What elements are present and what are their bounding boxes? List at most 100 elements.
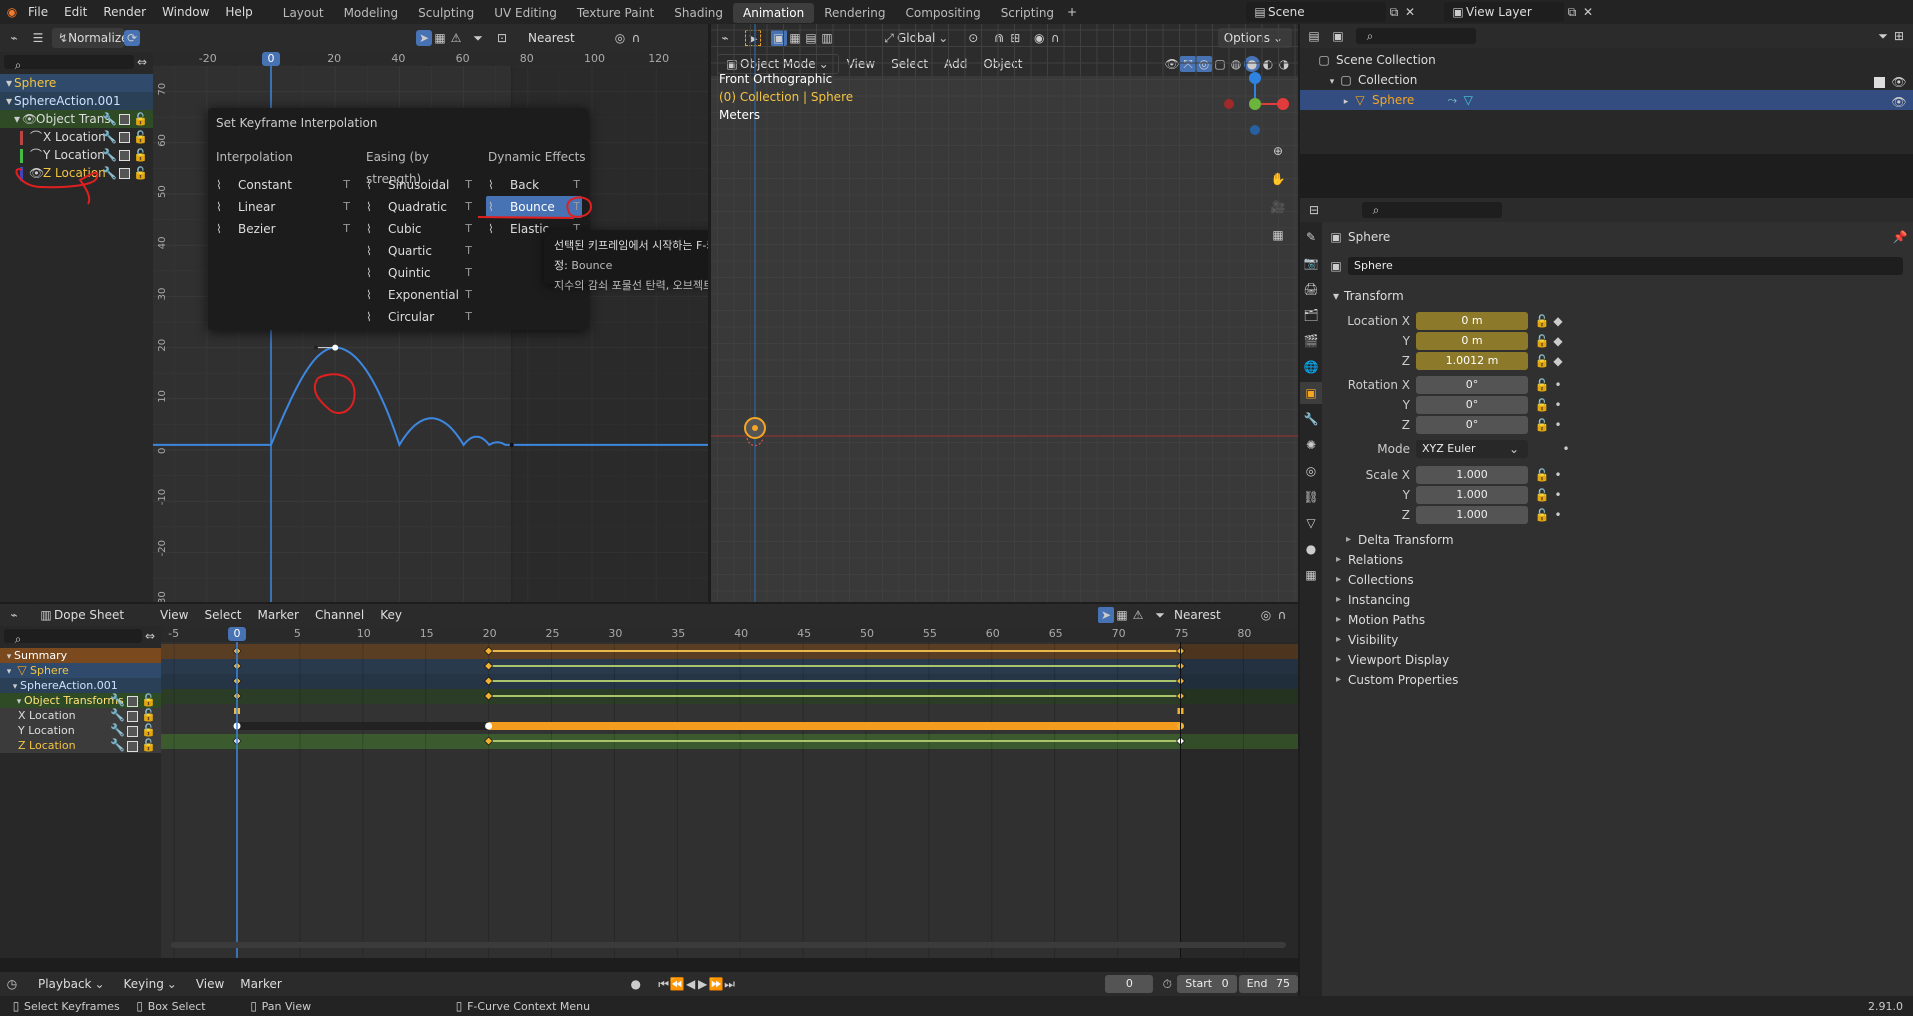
pan-hand-icon[interactable]: ✋ <box>1267 168 1289 190</box>
current-frame-indicator[interactable]: 0 <box>228 627 246 641</box>
dope-canvas[interactable] <box>161 642 1298 958</box>
lock-icon[interactable]: 🔓 <box>1534 487 1550 503</box>
keyframe-icon[interactable]: • <box>1550 507 1566 523</box>
zoom-icon[interactable]: ⊕ <box>1267 140 1289 162</box>
panel-motion-paths[interactable]: Motion Paths <box>1328 610 1908 630</box>
viewport-divider[interactable] <box>708 24 711 602</box>
wrench-icon[interactable]: 🔧 <box>110 738 125 753</box>
lock-icon[interactable]: 🔓 <box>133 147 148 163</box>
lock-icon[interactable]: 🔓 <box>1534 417 1550 433</box>
graph-channel-search[interactable]: ⌕ <box>4 55 134 72</box>
show-hidden-icon[interactable]: ▦ <box>1114 607 1130 623</box>
timeline-menu-view[interactable]: View <box>188 972 232 996</box>
lock-icon[interactable]: 🔓 <box>1534 507 1550 523</box>
current-frame-indicator[interactable]: 0 <box>262 52 280 66</box>
world-icon[interactable]: 🌐 <box>1300 356 1322 378</box>
dope-area[interactable] <box>161 642 1298 958</box>
delta-transform-panel[interactable]: Delta Transform <box>1338 530 1908 550</box>
dope-channel-row[interactable]: ▾ Summary <box>0 648 161 663</box>
scene-delete-icon[interactable]: ✕ <box>1402 4 1418 20</box>
proportional-icon[interactable]: ◎ <box>612 30 628 46</box>
keyframe-icon[interactable]: • <box>1550 417 1566 433</box>
lock-icon[interactable]: 🔓 <box>1534 397 1550 413</box>
dope-snap-select[interactable]: Nearest Frame <box>1168 605 1258 642</box>
dope-frame-ruler[interactable]: -5 0 5 10 15 20 25 30 35 40 45 50 55 60 65 70 75 80 <box>161 626 1298 642</box>
prev-keyframe-icon[interactable]: ⏪ <box>670 976 685 992</box>
keyframe-icon[interactable]: • <box>1550 487 1566 503</box>
dope-menu-view[interactable]: View <box>152 603 196 627</box>
only-selected-icon[interactable]: ➤ <box>416 30 432 46</box>
end-frame-field[interactable]: End 75 <box>1238 975 1298 993</box>
interp-option-quadratic[interactable]: ⌇ Quadratic T <box>358 196 480 218</box>
menu-render[interactable]: Render <box>95 0 154 24</box>
dope-channel-row[interactable]: ▾ Object Transforms 🔧 🔓 <box>0 693 161 708</box>
lock-icon[interactable]: 🔓 <box>1534 377 1550 393</box>
lock-icon[interactable]: 🔓 <box>141 693 156 708</box>
lock-icon[interactable]: 🔓 <box>133 129 148 145</box>
grid-icon[interactable]: ▦ <box>1267 224 1289 246</box>
lock-icon[interactable]: 🔓 <box>141 708 156 723</box>
3d-viewport[interactable]: ⌁ ➤ ▣ ▦ ▤ ▥ ⤢Global⌄ ⊙ ⋒ ⊞ ◉ ∩ Options⌄ … <box>711 24 1298 602</box>
filter-icon[interactable]: ⏷ <box>1152 607 1168 623</box>
graph-channel-row[interactable]: 👁Z Location 🔧 🔓 <box>0 164 153 182</box>
dope-menu-key[interactable]: Key <box>372 603 410 627</box>
record-icon[interactable]: ● <box>630 976 642 992</box>
next-keyframe-icon[interactable]: ⏩ <box>709 976 724 992</box>
timeline-menu-marker[interactable]: Marker <box>232 972 289 996</box>
panel-custom-properties[interactable]: Custom Properties <box>1328 670 1908 690</box>
menu-window[interactable]: Window <box>154 0 217 24</box>
dope-mode-select[interactable]: ▥ Dope Sheet <box>32 605 152 625</box>
particles-icon[interactable]: ✺ <box>1300 434 1322 456</box>
tab-texture-paint[interactable]: Texture Paint <box>567 3 664 23</box>
interp-option-cubic[interactable]: ⌇ Cubic T <box>358 218 480 240</box>
graph-channel-row[interactable]: ⌒Y Location 🔧 🔓 <box>0 146 153 164</box>
sphere-object[interactable] <box>743 416 767 450</box>
proportional-icon[interactable]: ◎ <box>1258 607 1274 623</box>
interp-option-linear[interactable]: ⌇ Linear T <box>208 196 358 218</box>
view-layer-copy-icon[interactable]: ⧉ <box>1564 4 1580 20</box>
dope-menu-select[interactable]: Select <box>196 603 249 627</box>
wrench-icon[interactable]: 🔧 <box>110 723 125 738</box>
keyframe-icon[interactable]: ◆ <box>1550 333 1566 349</box>
tab-scripting[interactable]: Scripting <box>991 3 1064 23</box>
outliner-item-scene-collection[interactable]: ▢ Scene Collection <box>1300 50 1913 70</box>
falloff-icon[interactable]: ∩ <box>628 30 644 46</box>
timeline-menu-playback[interactable]: Playback ⌄ <box>30 972 116 996</box>
tool-icon[interactable]: ✎ <box>1300 226 1322 248</box>
dope-channel-row[interactable]: ▾ ▽ Sphere <box>0 663 161 678</box>
data-icon[interactable]: ▽ <box>1300 512 1322 534</box>
swap-icon[interactable]: ⇔ <box>134 54 150 70</box>
expand-icon[interactable]: ▾ <box>4 75 14 91</box>
dope-menu-channel[interactable]: Channel <box>307 603 372 627</box>
tab-sculpting[interactable]: Sculpting <box>408 3 484 23</box>
tab-uv-editing[interactable]: UV Editing <box>484 3 567 23</box>
blender-logo-icon[interactable]: ◉ <box>4 4 20 20</box>
lock-icon[interactable]: 🔓 <box>141 723 156 738</box>
material-icon[interactable]: ● <box>1300 538 1322 560</box>
interp-option-quintic[interactable]: ⌇ Quintic T <box>358 262 480 284</box>
wrench-icon[interactable]: 🔧 <box>110 693 125 708</box>
outliner-search[interactable]: ⌕ <box>1356 28 1476 44</box>
dope-channel-row[interactable]: Y Location 🔧 🔓 <box>0 723 161 738</box>
start-frame-field[interactable]: Start 0 <box>1177 975 1237 993</box>
play-icon[interactable]: ▶ <box>697 976 709 992</box>
lock-icon[interactable]: 🔓 <box>1534 353 1550 369</box>
keyframe-icon[interactable]: • <box>1550 377 1566 393</box>
jump-end-icon[interactable]: ⏭ <box>724 976 736 992</box>
property-field[interactable]: 1.000 <box>1416 486 1528 504</box>
eye-icon[interactable]: 👁 <box>1891 94 1907 110</box>
outliner-item-sphere[interactable]: ▸ ▽ Sphere ⤳ ▽ 👁 <box>1300 90 1913 110</box>
graph-snap-select[interactable]: Nearest Frame <box>522 28 612 65</box>
panel-relations[interactable]: Relations <box>1328 550 1908 570</box>
wrench-icon[interactable]: 🔧 <box>102 147 117 163</box>
dope-editor-icon[interactable]: ⌁ <box>6 607 22 623</box>
navigation-gizmo[interactable] <box>1211 72 1295 136</box>
tab-shading[interactable]: Shading <box>664 3 733 23</box>
property-field[interactable]: 0° <box>1416 396 1528 414</box>
properties-editor-icon[interactable]: ⊟ <box>1306 202 1322 218</box>
interp-option-exponential[interactable]: ⌇ Exponential T <box>358 284 480 306</box>
expand-icon[interactable]: ▾ <box>12 111 22 127</box>
interp-option-bounce[interactable]: ⌇ Bounce T <box>486 196 582 218</box>
interp-option-bezier[interactable]: ⌇ Bezier T <box>208 218 358 240</box>
graph-frame-ruler[interactable]: -20 0 20 40 60 80 100 120 <box>153 52 708 66</box>
